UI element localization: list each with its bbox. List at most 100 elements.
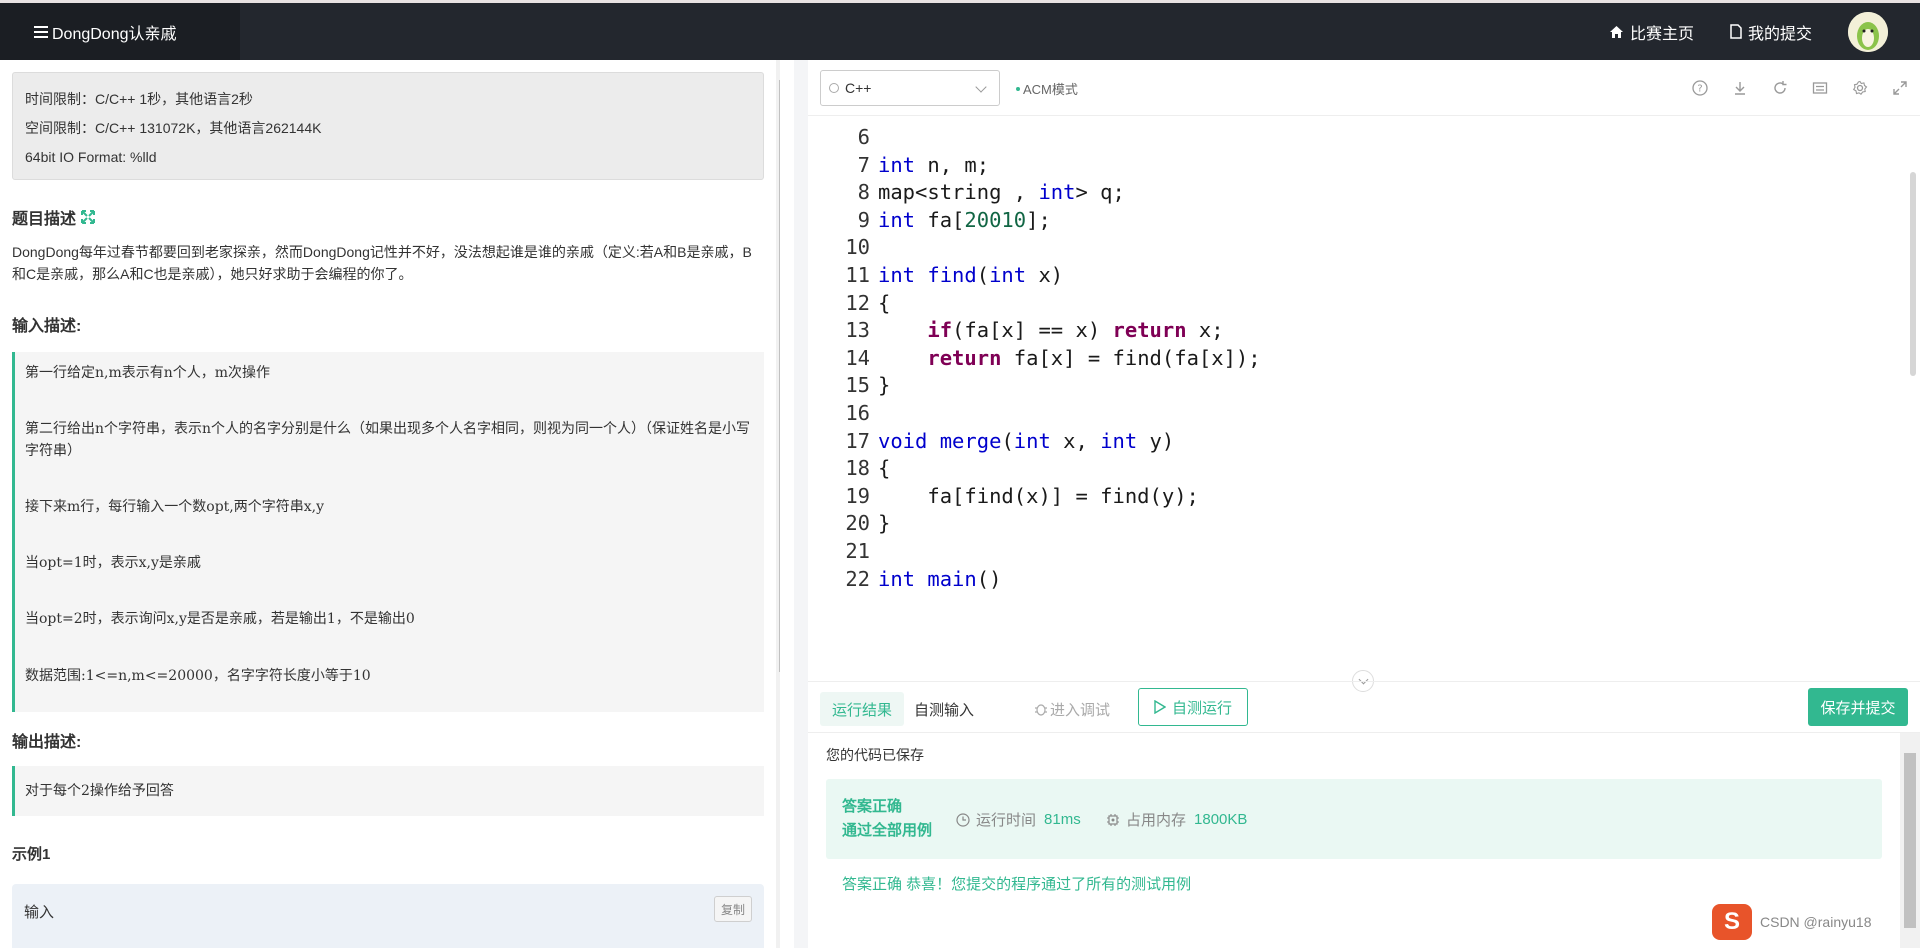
sample-input-box: 输入 复制 [12, 884, 764, 948]
input-line: 第一行给定n,m表示有n个人，m次操作 [25, 365, 271, 381]
line-number: 17 [845, 428, 870, 453]
limits-box: 时间限制：C/C++ 1秒，其他语言2秒 空间限制：C/C++ 131072K，… [12, 72, 764, 180]
line-source: } [878, 373, 891, 398]
line-number: 9 [857, 207, 870, 232]
bug-icon [1035, 704, 1047, 716]
line-number: 15 [845, 373, 870, 398]
scroll-thumb[interactable] [779, 80, 780, 672]
info-icon [829, 83, 839, 93]
brand-title: DongDong认亲戚 [52, 25, 177, 43]
ime-toolbar[interactable]: S CSDN @rainyu18 [1712, 902, 1912, 942]
line-source: return fa[x] = find(fa[x]); [927, 345, 1261, 370]
output-description: 对于每个2操作给予回答 [12, 766, 764, 816]
line-number: 14 [845, 345, 870, 370]
download-icon[interactable] [1730, 78, 1750, 98]
code-area[interactable]: 6 7 int n, m; 8 map<string , int> q; 9 int fa[… [808, 116, 1908, 680]
line-number: 7 [857, 152, 870, 177]
my-submissions-label: 我的提交 [1747, 25, 1812, 43]
output-title: 输出描述: [12, 734, 82, 751]
self-test-run-button[interactable]: 自测运行 [1138, 688, 1248, 726]
verdict: 答案正确 通过全部用例 [842, 798, 933, 839]
expand-icon[interactable] [80, 209, 96, 225]
keyboard-icon[interactable] [1810, 78, 1830, 98]
watermark: CSDN @rainyu18 [1760, 914, 1872, 930]
space-limit: 空间限制：C/C++ 131072K，其他语言262144K [25, 120, 322, 136]
problem-scrollbar[interactable] [776, 60, 780, 948]
acm-mode: ACM模式 [1016, 79, 1078, 98]
line-source: { [878, 456, 891, 481]
contest-home-label: 比赛主页 [1629, 25, 1694, 43]
input-title: 输入描述: [12, 318, 82, 335]
refresh-icon[interactable] [1770, 78, 1790, 98]
top-nav: DongDong认亲戚 比赛主页 我的提交 [0, 0, 1920, 60]
list-icon [34, 25, 48, 38]
input-line: 当opt=2时，表示询问x,y是否是亲戚，若是输出1，不是输出0 [25, 611, 415, 627]
file-icon [1730, 24, 1742, 39]
line-number: 12 [845, 290, 870, 315]
clock-icon [956, 812, 970, 827]
line-number: 6 [857, 125, 870, 149]
fullscreen-icon[interactable] [1890, 78, 1910, 98]
result-tabs: 运行结果 自测输入 进入调试 自测运行 保存并提交 [808, 681, 1920, 733]
line-source: } [878, 511, 891, 536]
line-source: void merge(int x, int y) [878, 428, 1175, 453]
my-submissions-link[interactable]: 我的提交 [1730, 20, 1812, 44]
contest-home-link[interactable]: 比赛主页 [1609, 20, 1694, 44]
line-number: 10 [845, 235, 870, 260]
copy-button[interactable]: 复制 [714, 896, 752, 922]
settings-icon[interactable] [1850, 78, 1870, 98]
input-line: 数据范围:1<=n,m<=20000，名字字符长度小等于10 [25, 668, 371, 684]
line-number: 22 [845, 566, 870, 591]
input-line: 接下来m行，每行输入一个数opt,两个字符串x,y [25, 499, 324, 515]
time-limit: 时间限制：C/C++ 1秒，其他语言2秒 [25, 91, 253, 107]
play-icon [1154, 700, 1166, 714]
problem-description: DongDong每年过春节都要回到老家探亲，然而DongDong记性并不好，没法… [12, 244, 752, 282]
io-format: 64bit IO Format: %lld [25, 149, 157, 165]
brand[interactable]: DongDong认亲戚 [0, 3, 240, 60]
avatar-image [1848, 11, 1888, 52]
svg-text:?: ? [1697, 84, 1702, 95]
code-line[interactable]: 22 int main() [808, 562, 1001, 596]
line-source: map<string , int> q; [878, 180, 1125, 205]
line-number: 13 [845, 318, 870, 343]
line-number: 21 [845, 539, 870, 563]
line-source: int fa[20010]; [878, 207, 1051, 232]
input-line: 当opt=1时，表示x,y是亲戚 [25, 555, 201, 571]
line-source: int find(int x) [878, 263, 1064, 287]
tab-debug[interactable]: 进入调试 [1022, 692, 1122, 726]
sogou-logo: S [1712, 904, 1752, 940]
congrats-message: 答案正确 恭喜！您提交的程序通过了所有的测试用例 [842, 876, 1192, 893]
avatar[interactable] [1848, 11, 1888, 52]
problem-panel: 时间限制：C/C++ 1秒，其他语言2秒 空间限制：C/C++ 131072K，… [0, 60, 780, 948]
saved-status: 您的代码已保存 [826, 747, 924, 763]
example-title: 示例1 [12, 846, 51, 863]
memory-usage: 占用内存 1800KB [1106, 809, 1247, 830]
line-source: fa[find(x)] = find(y); [878, 483, 1199, 508]
line-source: { [878, 290, 891, 315]
line-number: 11 [845, 263, 870, 287]
editor-toolbar: C++ ACM模式 ? [808, 60, 1920, 116]
chevron-down-icon [975, 81, 987, 93]
tab-run-result[interactable]: 运行结果 [820, 692, 905, 726]
tab-custom-input[interactable]: 自测输入 [902, 692, 986, 726]
input-line: 第二行给出n个字符串，表示n个人的名字分别是什么（如果出现多个人名字相同，则视为… [25, 421, 751, 459]
line-number: 19 [845, 483, 870, 508]
chip-icon [1107, 813, 1119, 826]
line-source: int n, m; [878, 152, 990, 177]
sample-input-label: 输入 [24, 904, 55, 921]
language-select[interactable]: C++ [820, 70, 1000, 106]
line-number: 20 [845, 511, 870, 536]
panel-splitter[interactable] [794, 60, 808, 948]
line-number: 18 [845, 456, 870, 481]
editor-scroll-thumb[interactable] [1910, 172, 1916, 376]
code-editor: C++ ACM模式 ? 6 7 int n, m; 8 map<string , int… [808, 60, 1920, 680]
run-time: 运行时间 81ms [956, 809, 1081, 830]
desc-title: 题目描述 [12, 205, 96, 229]
input-description: 第一行给定n,m表示有n个人，m次操作 第二行给出n个字符串，表示n个人的名字分… [12, 352, 764, 712]
help-icon[interactable]: ? [1690, 78, 1710, 98]
save-and-submit-button[interactable]: 保存并提交 [1808, 688, 1908, 726]
language-value: C++ [845, 80, 872, 96]
line-number: 8 [857, 180, 870, 205]
line-source: int main() [878, 566, 1002, 591]
line-source: if(fa[x] == x) return x; [927, 318, 1224, 343]
